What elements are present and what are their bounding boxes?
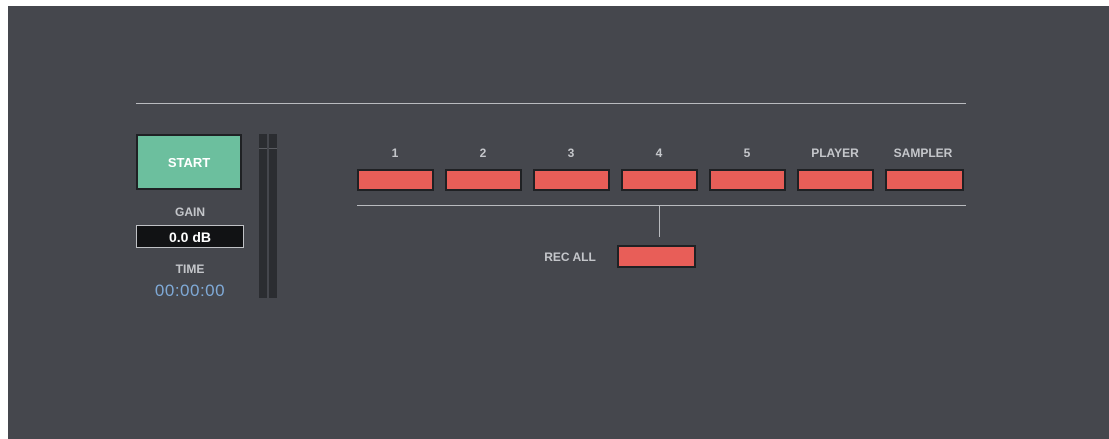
channel-label-player: PLAYER [811,146,859,160]
gain-label: GAIN [175,205,205,219]
record-button-1[interactable] [357,169,434,191]
record-button-player[interactable] [797,169,874,191]
channel-label-sampler: SAMPLER [893,146,953,160]
level-meter-left [259,134,267,298]
record-button-5[interactable] [709,169,786,191]
record-button-4[interactable] [621,169,698,191]
recorder-panel [8,6,1109,439]
record-button-sampler[interactable] [885,169,964,191]
gain-field[interactable]: 0.0 dB [136,225,244,248]
channel-label-5: 5 [743,146,751,160]
top-divider [136,103,966,104]
time-display: 00:00:00 [154,281,226,300]
level-meter-right [269,134,277,298]
channel-label-2: 2 [479,146,487,160]
channel-label-4: 4 [655,146,663,160]
start-button[interactable]: START [136,134,242,190]
record-button-3[interactable] [533,169,610,191]
time-label: TIME [175,262,205,276]
meter-peak-right [269,148,277,149]
rec-all-button[interactable] [617,245,696,268]
rec-all-connector [659,205,660,237]
rec-all-label: REC ALL [544,250,596,264]
channel-label-3: 3 [567,146,575,160]
channel-divider [357,205,966,206]
record-button-2[interactable] [445,169,522,191]
channel-label-1: 1 [391,146,399,160]
meter-peak-left [259,148,267,149]
